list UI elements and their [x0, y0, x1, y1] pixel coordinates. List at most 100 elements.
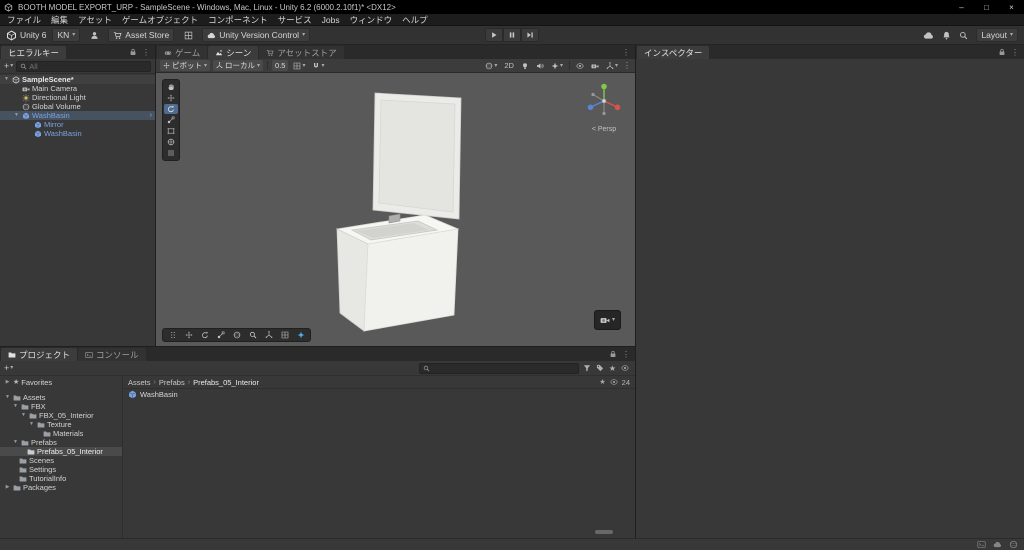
gizmo-z-axis[interactable]	[587, 104, 594, 111]
hierarchy-item-global-volume[interactable]: Global Volume	[0, 102, 155, 111]
washbasin-3d-model[interactable]	[156, 73, 635, 346]
hierarchy-search-field[interactable]	[16, 60, 151, 72]
save-search-star-icon[interactable]: ★	[609, 364, 616, 373]
layout-dropdown[interactable]: Layout ▾	[976, 28, 1018, 42]
hidden-packages-eye-icon[interactable]	[621, 364, 629, 372]
panel-menu-icon[interactable]: ⋮	[142, 48, 150, 57]
version-control-dropdown[interactable]: Unity Version Control ▾	[202, 28, 311, 42]
expand-arrow-icon[interactable]: ▶	[4, 378, 11, 387]
project-folder-tutorialinfo[interactable]: TutorialInfo	[0, 474, 122, 483]
panel-menu-icon[interactable]: ⋮	[622, 48, 630, 57]
hierarchy-item-mirror[interactable]: Mirror	[0, 120, 155, 129]
hierarchy-item-washbasin[interactable]: ▼ WashBasin ›	[0, 111, 155, 120]
project-folder-materials[interactable]: Materials	[0, 429, 122, 438]
transform-tool-button[interactable]	[164, 137, 178, 147]
grid-snapping-dropdown[interactable]: ▾	[291, 60, 307, 71]
close-button[interactable]: ×	[999, 0, 1024, 14]
create-asset-button[interactable]: + ▾	[4, 363, 13, 373]
hierarchy-item-washbasin-child[interactable]: WashBasin	[0, 129, 155, 138]
scene-visibility-toggle[interactable]	[574, 60, 586, 71]
tab-game[interactable]: ゲーム	[157, 46, 208, 59]
tab-inspector[interactable]: インスペクター	[637, 46, 710, 59]
scene-canvas[interactable]: < Persp ▾	[156, 73, 635, 346]
lighting-toggle[interactable]	[519, 60, 531, 71]
overlay-search-button[interactable]	[245, 330, 260, 341]
breadcrumb-prefabs[interactable]: Prefabs	[159, 378, 185, 387]
breadcrumb-assets[interactable]: Assets	[128, 378, 151, 387]
cabinet-left-face[interactable]	[336, 228, 369, 332]
account-dropdown[interactable]: KN ▾	[52, 28, 81, 42]
icon-size-slider[interactable]	[595, 530, 613, 534]
expand-arrow-icon[interactable]: ▶	[4, 483, 11, 492]
expand-arrow-icon[interactable]: ▼	[12, 438, 19, 447]
menu-edit[interactable]: 編集	[46, 14, 73, 25]
tab-project[interactable]: プロジェクト	[1, 348, 78, 361]
project-favorites[interactable]: ▶ ★ Favorites	[0, 378, 122, 387]
gizmos-dropdown[interactable]: ▾	[604, 60, 620, 71]
rotate-tool-button[interactable]	[164, 104, 178, 114]
project-folder-texture[interactable]: ▼ Texture	[0, 420, 122, 429]
menu-component[interactable]: コンポーネント	[203, 14, 273, 25]
menu-help[interactable]: ヘルプ	[397, 14, 433, 25]
pause-button[interactable]	[503, 28, 521, 42]
move-tool-button[interactable]	[164, 93, 178, 103]
favorite-star-icon[interactable]: ★	[599, 378, 605, 386]
audio-toggle[interactable]	[534, 60, 546, 71]
expand-arrow-icon[interactable]: ▼	[28, 420, 35, 429]
menu-gameobject[interactable]: ゲームオブジェクト	[117, 14, 203, 25]
cabinet-front-face[interactable]	[363, 228, 459, 332]
project-folder-fbx-05-interior[interactable]: ▼ FBX_05_Interior	[0, 411, 122, 420]
cloud-services-icon[interactable]	[923, 30, 934, 41]
expand-arrow-icon[interactable]: ▼	[3, 75, 10, 84]
camera-preview-overlay[interactable]: ▾	[594, 310, 621, 330]
step-button[interactable]	[521, 28, 539, 42]
filter-by-type-icon[interactable]	[583, 364, 591, 372]
panel-menu-icon[interactable]: ⋮	[1011, 48, 1019, 57]
draw-mode-dropdown[interactable]: ▾	[483, 60, 499, 71]
project-folder-prefabs[interactable]: ▼ Prefabs	[0, 438, 122, 447]
orientation-toggle-dropdown[interactable]: ローカル ▾	[213, 60, 264, 71]
overlay-sphere-button[interactable]	[229, 330, 244, 341]
window-layout-grid-button[interactable]	[180, 28, 196, 42]
play-button[interactable]	[485, 28, 503, 42]
lock-icon[interactable]	[609, 350, 617, 358]
pivot-toggle-dropdown[interactable]: ピボット ▾	[160, 60, 211, 71]
menu-file[interactable]: ファイル	[2, 14, 46, 25]
lock-icon[interactable]	[129, 48, 137, 56]
gizmo-y-axis[interactable]	[601, 83, 607, 90]
hierarchy-sc[interactable]: ▼ SampleScene*	[0, 75, 155, 84]
expand-arrow-icon[interactable]: ▼	[20, 411, 27, 420]
notifications-bell-icon[interactable]	[942, 31, 951, 40]
asset-grid[interactable]: WashBasin	[123, 389, 635, 538]
status-cloud-icon[interactable]	[993, 540, 1002, 549]
tab-hierarchy[interactable]: ヒエラルキー	[1, 46, 67, 59]
scene-camera-settings[interactable]	[589, 60, 601, 71]
snap-increment-field[interactable]: 0.5	[272, 60, 289, 71]
project-search-input[interactable]	[431, 363, 575, 373]
menu-jobs[interactable]: Jobs	[317, 14, 345, 25]
expand-arrow-icon[interactable]: ▼	[4, 393, 11, 402]
custom-tools-button[interactable]	[164, 148, 178, 158]
maximize-button[interactable]: □	[974, 0, 999, 14]
overlay-grid-button[interactable]	[277, 330, 292, 341]
filter-by-label-icon[interactable]	[596, 364, 604, 372]
tab-console[interactable]: コンソール	[78, 348, 146, 361]
minimize-button[interactable]: –	[949, 0, 974, 14]
overlay-scale-button[interactable]	[213, 330, 228, 341]
mirror-glass[interactable]	[378, 99, 456, 213]
overlay-axis-button[interactable]	[261, 330, 276, 341]
status-activity-icon[interactable]	[1009, 540, 1018, 549]
overlay-rotate-button[interactable]	[197, 330, 212, 341]
menu-services[interactable]: サービス	[273, 14, 317, 25]
overlay-grip-icon[interactable]	[165, 330, 180, 341]
scene-toolbar-menu-icon[interactable]: ⋮	[623, 61, 631, 70]
search-icon[interactable]	[959, 31, 968, 40]
asset-washbasin-prefab[interactable]: WashBasin	[123, 389, 243, 400]
tab-scene[interactable]: シーン	[208, 46, 259, 59]
scale-tool-button[interactable]	[164, 115, 178, 125]
project-folder-fbx[interactable]: ▼ FBX	[0, 402, 122, 411]
collaborators-button[interactable]	[86, 28, 102, 42]
panel-menu-icon[interactable]: ⋮	[622, 350, 630, 359]
orientation-gizmo[interactable]: < Persp	[582, 81, 626, 141]
tab-asset-store[interactable]: アセットストア	[259, 46, 344, 59]
